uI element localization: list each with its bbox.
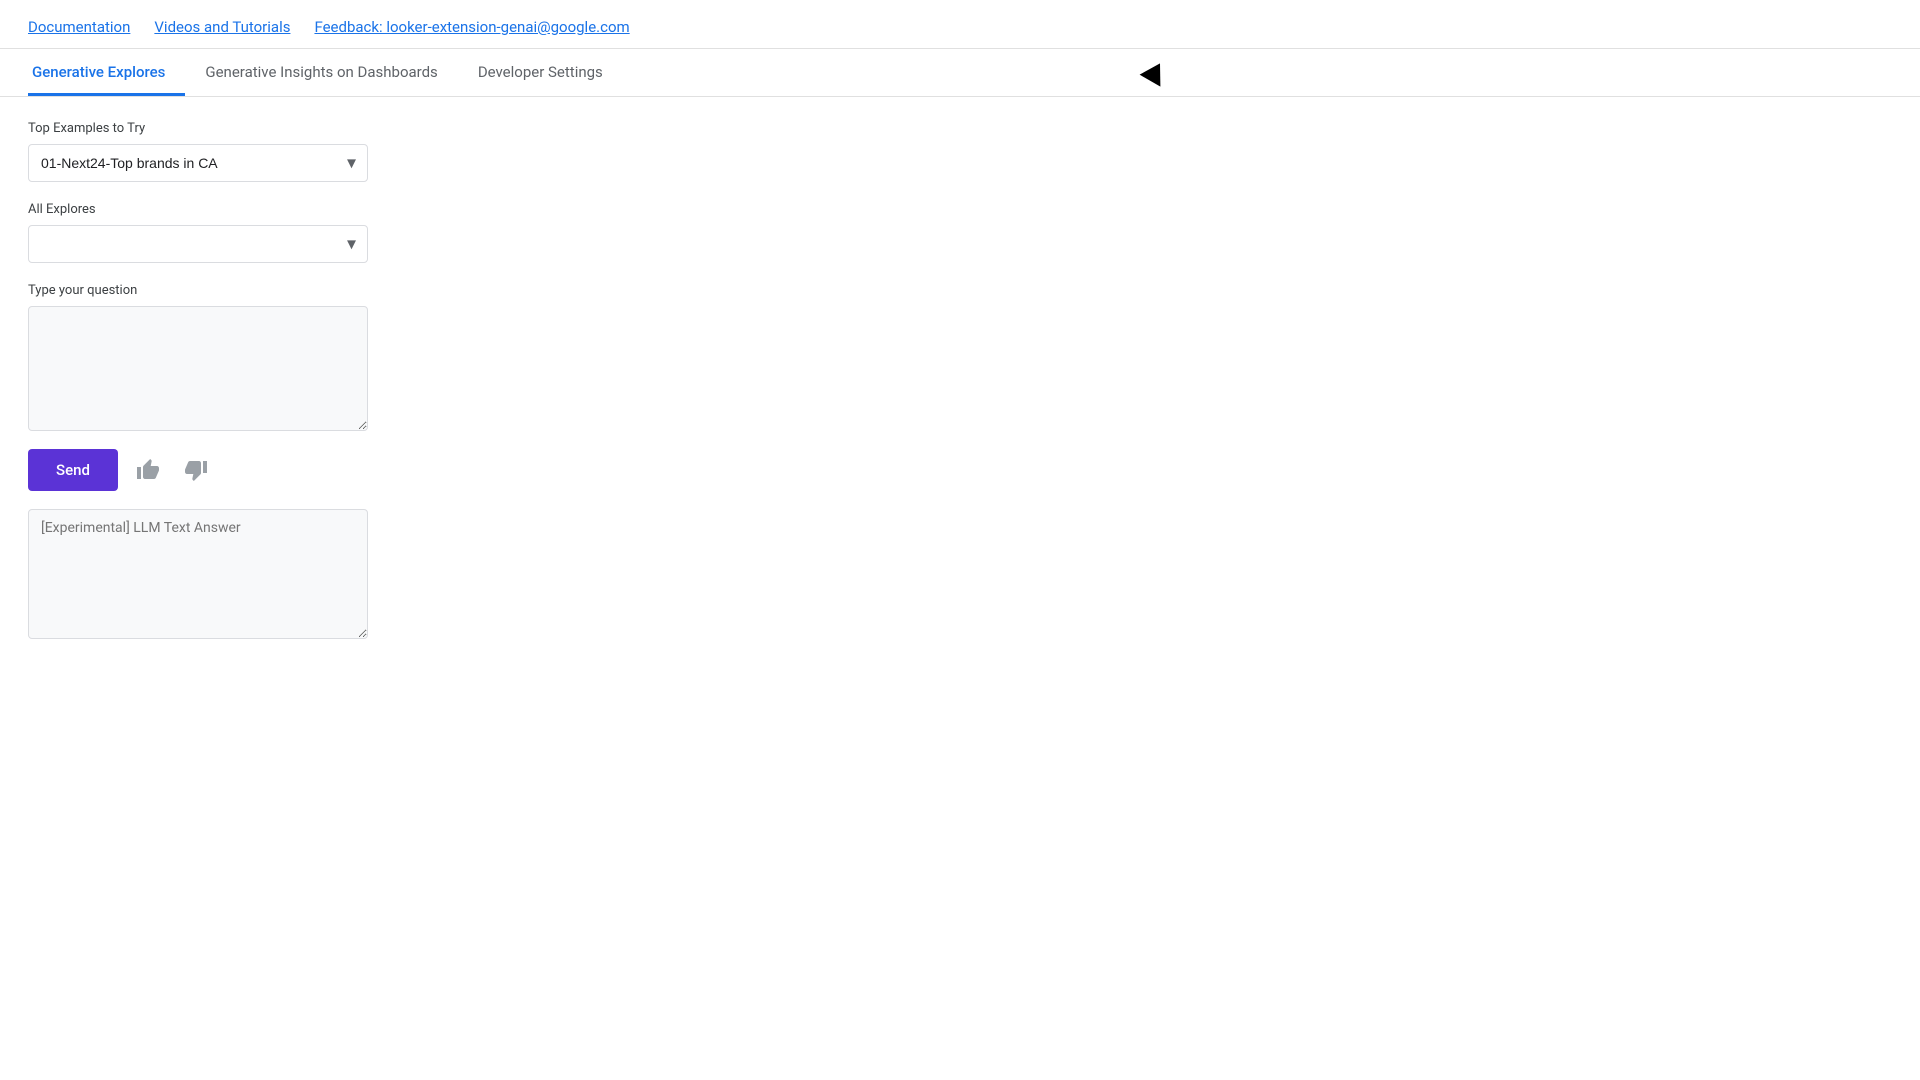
- tab-generative-insights[interactable]: Generative Insights on Dashboards: [201, 49, 457, 96]
- question-textarea[interactable]: [28, 306, 368, 431]
- action-row: Send: [28, 449, 1892, 491]
- all-explores-label: All Explores: [28, 202, 1892, 217]
- top-nav: Documentation Videos and Tutorials Feedb…: [0, 0, 1920, 49]
- documentation-link[interactable]: Documentation: [28, 18, 130, 36]
- tab-bar: Generative Explores Generative Insights …: [0, 49, 1920, 97]
- top-examples-select[interactable]: 01-Next24-Top brands in CA 02-Example Qu…: [28, 144, 368, 182]
- videos-tutorials-link[interactable]: Videos and Tutorials: [154, 18, 290, 36]
- answer-section: [28, 509, 1892, 643]
- all-explores-select[interactable]: [28, 225, 368, 263]
- tab-developer-settings[interactable]: Developer Settings: [474, 49, 623, 96]
- send-button[interactable]: Send: [28, 449, 118, 491]
- feedback-link[interactable]: Feedback: looker-extension-genai@google.…: [314, 18, 629, 36]
- thumbs-down-button[interactable]: [178, 452, 214, 488]
- question-section: Type your question: [28, 283, 1892, 435]
- tab-generative-explores[interactable]: Generative Explores: [28, 49, 185, 96]
- main-content: Top Examples to Try 01-Next24-Top brands…: [0, 97, 1920, 667]
- top-examples-section: Top Examples to Try 01-Next24-Top brands…: [28, 121, 1892, 182]
- question-label: Type your question: [28, 283, 1892, 298]
- thumbs-up-icon: [136, 458, 160, 482]
- thumbs-down-icon: [184, 458, 208, 482]
- top-examples-label: Top Examples to Try: [28, 121, 1892, 136]
- all-explores-dropdown-wrapper: ▾: [28, 225, 368, 263]
- answer-textarea[interactable]: [28, 509, 368, 639]
- thumbs-up-button[interactable]: [130, 452, 166, 488]
- all-explores-section: All Explores ▾: [28, 202, 1892, 263]
- top-examples-dropdown-wrapper: 01-Next24-Top brands in CA 02-Example Qu…: [28, 144, 368, 182]
